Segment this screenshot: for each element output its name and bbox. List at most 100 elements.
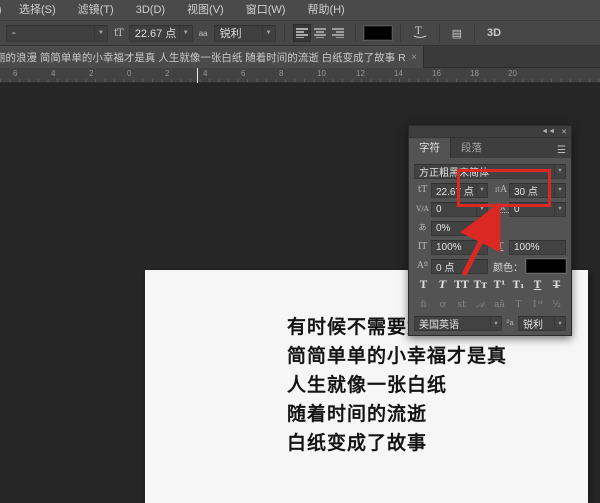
text-color-swatch[interactable] (364, 26, 392, 40)
vertical-scale-field[interactable]: 100% (431, 240, 488, 255)
document-tab-bar: 丽的浪漫 简简单单的小幸福才是真 人生就像一张白纸 随着时间的流逝 白纸变成了故… (0, 46, 600, 68)
menu-3d[interactable]: 3D(D) (125, 0, 176, 21)
toggle-panels-button[interactable]: ▤ (448, 27, 466, 40)
ruler-number: 18 (470, 69, 479, 78)
chevron-down-icon: ▼ (476, 222, 487, 235)
collapse-panel-icon[interactable]: ◄◄ (541, 128, 555, 135)
clipped-menu-item: ) (0, 4, 8, 16)
swash-button[interactable]: 𝒜 (472, 297, 489, 312)
antialias-dropdown[interactable]: 锐利 ▼ (518, 316, 566, 331)
font-size-icon: tT (114, 28, 123, 39)
chevron-down-icon: ▼ (476, 203, 487, 216)
chevron-down-icon: ▼ (476, 184, 487, 197)
kerning-icon: V∕A (414, 206, 431, 213)
baseline-shift-field[interactable]: 0 点 (431, 259, 488, 274)
language-dropdown[interactable]: 美国英语 ▼ (414, 316, 502, 331)
divider (284, 24, 285, 42)
tool-options-bar: - ▼ tT 22.67 点 ▼ aa 锐利 ▼ T (0, 21, 600, 46)
antialias-icon: ªa (502, 320, 518, 327)
font-size-dropdown[interactable]: 22.67 点 ▼ (431, 183, 488, 198)
text-color-swatch[interactable] (526, 259, 566, 273)
close-tab-icon[interactable]: × (411, 52, 417, 63)
proportional-spacing-icon: あ (414, 224, 431, 232)
ruler-number: 4 (203, 69, 207, 78)
ruler-number: 10 (317, 69, 326, 78)
ruler-number: 8 (279, 69, 283, 78)
align-right-button[interactable] (329, 24, 347, 42)
svg-text:T: T (415, 26, 422, 37)
divider (474, 24, 475, 42)
kerning-dropdown[interactable]: 0 ▼ (431, 202, 488, 217)
tab-paragraph[interactable]: 段落 (451, 138, 492, 158)
ruler-number: 4 (51, 69, 55, 78)
subscript-button[interactable]: T₁ (510, 278, 527, 293)
divider (439, 24, 440, 42)
text-align-group (293, 24, 347, 42)
disc-ligatures-button[interactable]: st (453, 297, 470, 312)
document-tab[interactable]: 丽的浪漫 简简单单的小幸福才是真 人生就像一张白纸 随着时间的流逝 白纸变成了故… (0, 46, 424, 68)
fractions-button[interactable]: ½ (548, 297, 565, 312)
tracking-dropdown[interactable]: 0 ▼ (509, 202, 566, 217)
align-right-icon (332, 28, 344, 38)
underline-button[interactable]: T (529, 278, 546, 293)
all-caps-button[interactable]: TT (453, 278, 470, 293)
font-size-icon: tT (414, 186, 431, 195)
strikethrough-button[interactable]: T (548, 278, 565, 293)
panel-tabs: 字符 段落 ☰ (409, 138, 571, 158)
tab-character[interactable]: 字符 (409, 138, 451, 158)
menu-help[interactable]: 帮助(H) (296, 0, 355, 21)
ruler-number: 0 (127, 69, 131, 78)
text-line: 随着时间的流逝 (287, 400, 527, 429)
menu-view[interactable]: 视图(V) (176, 0, 235, 21)
ruler-number: 2 (89, 69, 93, 78)
horizontal-scale-icon: T (492, 243, 509, 252)
ruler-number: 6 (241, 69, 245, 78)
align-center-button[interactable] (311, 24, 329, 42)
small-caps-button[interactable]: Tт (472, 278, 489, 293)
menu-select[interactable]: 选择(S) (8, 0, 67, 21)
color-label: 颜色： (492, 259, 526, 274)
antialias-dropdown[interactable]: 锐利 ▼ (214, 25, 276, 42)
ruler-number: 20 (508, 69, 517, 78)
3d-button[interactable]: 3D (483, 27, 505, 39)
warp-text-icon: T (413, 25, 427, 38)
menu-filter[interactable]: 滤镜(T) (67, 0, 125, 21)
contextual-alt-button[interactable]: ơ (434, 297, 451, 312)
font-size-dropdown[interactable]: 22.67 点 ▼ (129, 25, 193, 42)
horizontal-scale-field[interactable]: 100% (509, 240, 566, 255)
proportional-spacing-dropdown[interactable]: 0% ▼ (431, 221, 488, 236)
character-panel: ◄◄ ✕ 字符 段落 ☰ 方正粗黑宋简体 ▼ tT 22.67 点 ▼ (408, 125, 572, 336)
ruler-cursor-marker (197, 68, 198, 83)
ruler-number: 14 (394, 69, 403, 78)
menu-window[interactable]: 窗口(W) (235, 0, 297, 21)
font-family-dropdown[interactable]: 方正粗黑宋简体 ▼ (414, 164, 566, 179)
document-title: 丽的浪漫 简简单单的小幸福才是真 人生就像一张白纸 随着时间的流逝 白纸变成了故… (0, 50, 406, 65)
titling-alt-button[interactable]: T (510, 297, 527, 312)
align-center-icon (314, 28, 326, 38)
language-row: 美国英语 ▼ ªa 锐利 ▼ (414, 316, 566, 331)
close-panel-icon[interactable]: ✕ (561, 128, 567, 136)
ligatures-button[interactable]: fi (415, 297, 432, 312)
panel-title-bar: ◄◄ ✕ (409, 126, 571, 138)
align-left-icon (296, 28, 308, 38)
leading-dropdown[interactable]: 30 点 ▼ (509, 183, 566, 198)
horizontal-ruler[interactable]: 6 4 2 0 2 4 6 8 10 12 14 16 18 20 (0, 68, 600, 83)
divider (355, 24, 356, 42)
text-line: 白纸变成了故事 (287, 429, 527, 458)
tool-preset-dropdown[interactable]: - ▼ (6, 25, 108, 42)
panel-menu-icon[interactable]: ☰ (557, 145, 571, 158)
text-line: 简简单单的小幸福才是真 (287, 342, 527, 371)
faux-italic-button[interactable]: T (434, 278, 451, 293)
chevron-down-icon: ▼ (262, 26, 275, 41)
ordinals-button[interactable]: 1ˢᵗ (529, 297, 546, 312)
faux-bold-button[interactable]: T (415, 278, 432, 293)
chevron-down-icon: ▼ (94, 26, 107, 41)
leading-icon: ⇵A (492, 186, 509, 195)
ruler-number: 12 (356, 69, 365, 78)
baseline-shift-icon: Aª (414, 262, 431, 271)
stylistic-alt-button[interactable]: aā (491, 297, 508, 312)
warp-text-button[interactable]: T (409, 25, 431, 41)
align-left-button[interactable] (293, 24, 311, 42)
superscript-button[interactable]: T¹ (491, 278, 508, 293)
antialias-icon: aa (199, 29, 208, 38)
